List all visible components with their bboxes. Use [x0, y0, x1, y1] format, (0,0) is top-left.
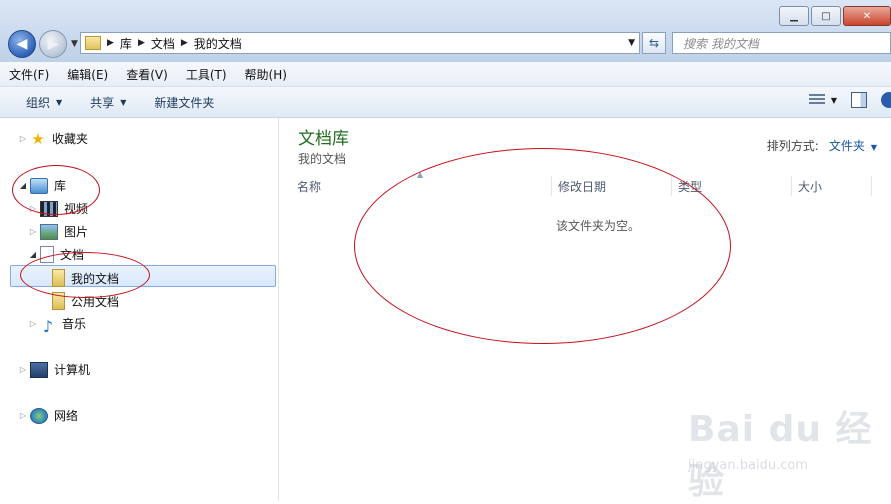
address-bar[interactable]: ▶ 库 ▶ 文档 ▶ 我的文档 ▼	[80, 32, 640, 54]
library-subtitle: 我的文档	[298, 152, 347, 166]
expand-arrow-icon[interactable]: ▷	[28, 227, 38, 236]
annotation-ellipse-my-documents	[20, 252, 150, 298]
preview-pane-icon[interactable]	[851, 92, 867, 108]
chevron-down-icon: ▼	[56, 97, 63, 107]
column-size[interactable]: 大小	[798, 178, 822, 195]
menu-edit[interactable]: 编辑(E)	[58, 66, 117, 83]
window-controls: ▁ □ ✕	[779, 6, 891, 26]
arrange-by: 排列方式: 文件夹 ▼	[767, 137, 877, 154]
refresh-icon[interactable]: ⇆	[642, 32, 666, 54]
tree-label-music: 音乐	[62, 317, 87, 331]
tree-item-music[interactable]: ▷ ♪ 音乐	[28, 315, 87, 336]
menu-file[interactable]: 文件(F)	[0, 66, 58, 83]
watermark-brand: Bai du 经验	[688, 409, 873, 502]
menu-tools[interactable]: 工具(T)	[177, 66, 236, 83]
address-dropdown-icon[interactable]: ▼	[628, 38, 635, 48]
star-icon: ★	[31, 129, 45, 148]
search-input[interactable]: 搜索 我的文档	[672, 32, 891, 54]
maximize-icon[interactable]: □	[811, 6, 841, 26]
command-bar: 组织 ▼ 共享 ▼ 新建文件夹 ▼	[0, 87, 891, 118]
tree-item-network[interactable]: ▷ 网络	[18, 407, 78, 424]
annotation-ellipse-libraries	[12, 165, 100, 215]
network-icon	[30, 407, 48, 424]
view-list-icon	[808, 94, 825, 106]
arrange-label: 排列方式:	[766, 139, 819, 153]
menu-view[interactable]: 查看(V)	[117, 66, 177, 83]
column-divider[interactable]	[791, 176, 792, 196]
recent-pages-dropdown[interactable]: ▼	[71, 39, 78, 49]
folder-icon	[85, 36, 101, 50]
arrange-dropdown[interactable]: 文件夹 ▼	[829, 137, 877, 154]
search-placeholder: 搜索 我的文档	[683, 36, 759, 51]
picture-icon	[40, 223, 58, 240]
expand-arrow-icon[interactable]: ▷	[18, 134, 28, 143]
menu-bar: 文件(F) 编辑(E) 查看(V) 工具(T) 帮助(H)	[0, 62, 891, 87]
collapse-arrow-icon[interactable]: ◢	[28, 250, 38, 259]
tree-label-favorites: 收藏夹	[52, 132, 89, 146]
breadcrumb-documents[interactable]: 文档	[151, 35, 175, 52]
new-folder-button[interactable]: 新建文件夹	[140, 94, 228, 111]
column-name[interactable]: 名称	[297, 178, 321, 195]
chevron-right-icon[interactable]: ▶	[181, 38, 188, 48]
baidu-watermark-logo: Bai du 经验 jingyan.baidu.com	[688, 400, 891, 504]
tree-item-favorites[interactable]: ▷ ★ 收藏夹	[18, 130, 88, 147]
back-arrow-icon[interactable]: ◀	[8, 30, 36, 58]
tree-label-pictures: 图片	[64, 225, 89, 239]
chevron-right-icon[interactable]: ▶	[107, 38, 114, 48]
help-icon[interactable]	[881, 92, 891, 108]
chevron-right-icon[interactable]: ▶	[138, 38, 145, 48]
expand-arrow-icon[interactable]: ▷	[18, 365, 28, 374]
column-divider[interactable]	[871, 176, 872, 196]
arrange-value: 文件夹	[828, 139, 865, 153]
share-button[interactable]: 共享 ▼	[76, 94, 140, 111]
chevron-down-icon: ▼	[120, 97, 127, 107]
organize-button[interactable]: 组织 ▼	[0, 94, 76, 111]
music-note-icon: ♪	[42, 316, 54, 336]
tree-item-pictures[interactable]: ▷ 图片	[28, 223, 88, 240]
chevron-down-icon: ▼	[830, 95, 837, 105]
breadcrumb-libraries[interactable]: 库	[120, 35, 132, 52]
computer-icon	[30, 361, 48, 378]
library-title: 文档库	[298, 129, 349, 149]
tree-item-computer[interactable]: ▷ 计算机	[18, 361, 90, 378]
change-view-button[interactable]: ▼	[808, 94, 837, 106]
breadcrumb-my-documents[interactable]: 我的文档	[194, 35, 242, 52]
new-folder-label: 新建文件夹	[154, 95, 215, 110]
menu-help[interactable]: 帮助(H)	[236, 66, 296, 83]
close-icon[interactable]: ✕	[843, 6, 891, 26]
expand-arrow-icon[interactable]: ▷	[18, 411, 28, 420]
expand-arrow-icon[interactable]: ▷	[28, 319, 38, 328]
nav-buttons: ◀ ▶ ▼	[8, 30, 78, 58]
view-controls: ▼	[808, 92, 891, 108]
tree-label-computer: 计算机	[54, 363, 91, 377]
title-bar: ▁ □ ✕ ◀ ▶ ▼ ▶ 库 ▶ 文档 ▶ 我的文档 ▼ ⇆ 搜索 我的文档	[0, 0, 891, 62]
organize-label: 组织	[26, 95, 51, 110]
forward-arrow-icon[interactable]: ▶	[39, 30, 67, 58]
tree-label-network: 网络	[54, 409, 79, 423]
annotation-ellipse-empty-area	[354, 148, 731, 344]
watermark-url: jingyan.baidu.com	[688, 458, 808, 473]
chevron-down-icon: ▼	[870, 143, 877, 152]
share-label: 共享	[90, 95, 115, 110]
minimize-icon[interactable]: ▁	[779, 6, 809, 26]
